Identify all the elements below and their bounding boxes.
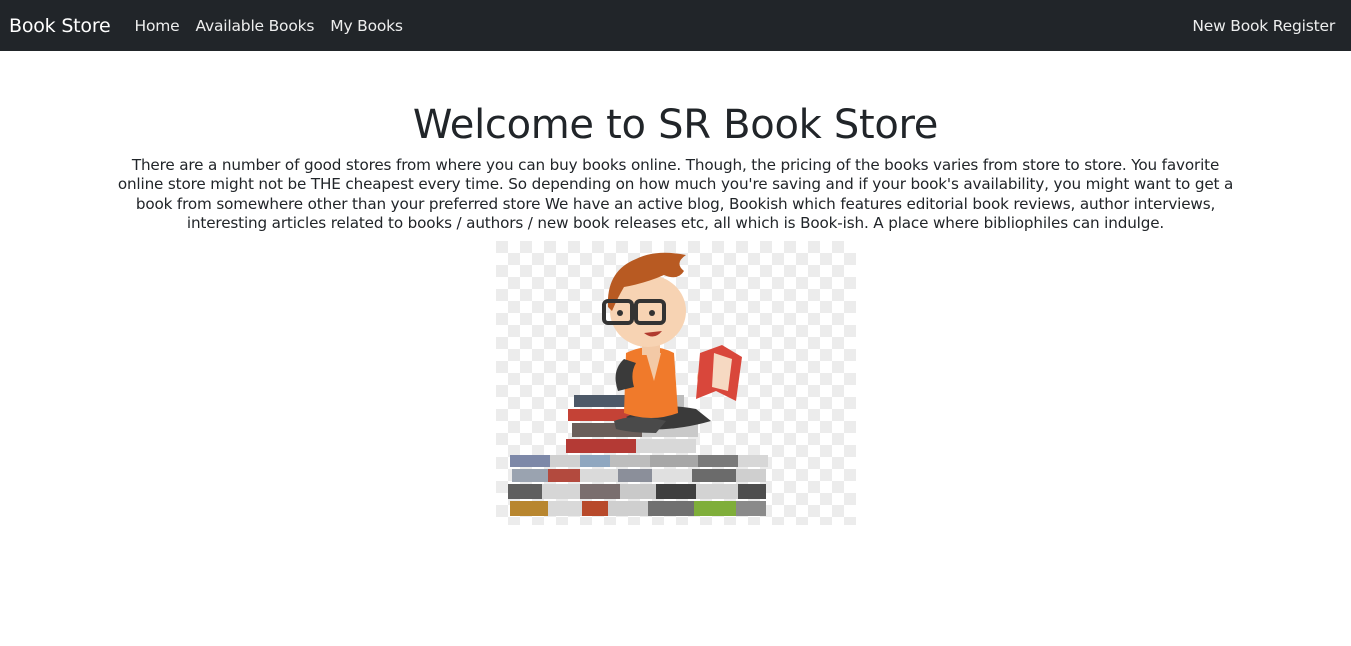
nav-link-my-books[interactable]: My Books: [330, 17, 403, 35]
top-navbar: Book Store Home Available Books My Books…: [0, 0, 1351, 51]
intro-paragraph: There are a number of good stores from w…: [117, 156, 1234, 233]
nav-link-available-books[interactable]: Available Books: [196, 17, 315, 35]
main-content: Welcome to SR Book Store There are a num…: [0, 102, 1351, 525]
brand-link[interactable]: Book Store: [9, 15, 111, 37]
hero-illustration: [495, 240, 856, 525]
book-stack-bottom: [507, 454, 768, 516]
nav-link-home[interactable]: Home: [135, 17, 180, 35]
nav-links: Home Available Books My Books: [135, 17, 403, 35]
page-title: Welcome to SR Book Store: [412, 102, 939, 148]
nav-link-new-book-register[interactable]: New Book Register: [1192, 17, 1335, 35]
